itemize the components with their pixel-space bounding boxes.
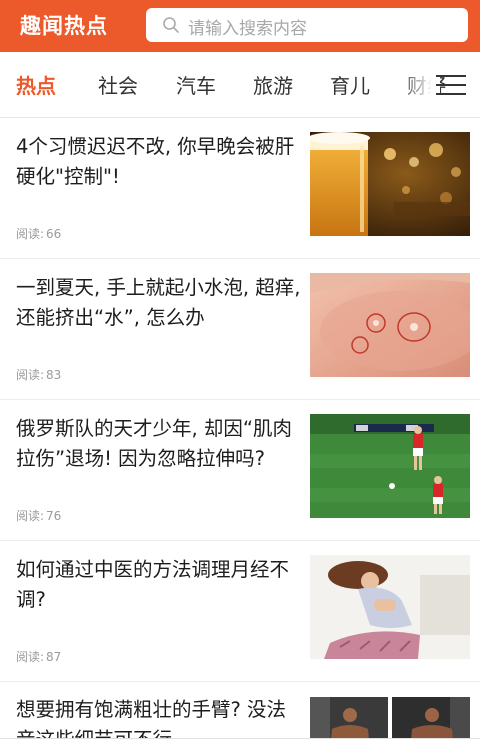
tab-cars[interactable]: 汽车	[176, 70, 216, 99]
soccer-match-photo	[310, 414, 470, 518]
read-count: 阅读: 83	[16, 368, 62, 382]
article-title: 4个习惯迟迟不改, 你早晚会被肝硬化"控制"!	[16, 135, 295, 188]
tab-hot[interactable]: 热点	[16, 70, 56, 99]
search-icon	[163, 17, 179, 33]
read-count: 阅读: 76	[16, 509, 62, 523]
woman-stomachache-photo	[310, 555, 470, 659]
list-item[interactable]: 一到夏天, 手上就起小水泡, 超痒, 还能挤出“水”, 怎么办 阅读: 83	[0, 259, 480, 400]
list-item[interactable]: 俄罗斯队的天才少年, 却因“肌肉拉伤”退场! 因为忽略拉伸吗? 阅读: 76	[0, 400, 480, 541]
category-tabs: 热点 社会 汽车 旅游 育儿 财经	[0, 52, 480, 118]
app-brand-title: 趣闻热点	[20, 14, 108, 38]
news-feed: 4个习惯迟迟不改, 你早晚会被肝硬化"控制"! 阅读: 66 一到夏天, 手上就…	[0, 118, 480, 682]
tab-parenting[interactable]: 育儿	[330, 70, 370, 99]
article-title: 一到夏天, 手上就起小水泡, 超痒, 还能挤出“水”, 怎么办	[16, 276, 301, 329]
bottom-navigation	[0, 738, 480, 750]
list-item[interactable]: 4个习惯迟迟不改, 你早晚会被肝硬化"控制"! 阅读: 66	[0, 118, 480, 259]
list-item[interactable]: 如何通过中医的方法调理月经不调? 阅读: 87	[0, 541, 480, 682]
search-placeholder: 请输入搜索内容	[188, 19, 307, 39]
read-count: 阅读: 66	[16, 227, 62, 241]
tabs-fade	[400, 52, 440, 117]
article-title: 如何通过中医的方法调理月经不调?	[16, 558, 290, 611]
article-title: 俄罗斯队的天才少年, 却因“肌肉拉伤”退场! 因为忽略拉伸吗?	[16, 417, 292, 470]
finger-blister-photo	[310, 273, 470, 377]
top-bar: 趣闻热点 请输入搜索内容	[0, 0, 480, 52]
beer-bar-photo	[310, 132, 470, 236]
tab-travel[interactable]: 旅游	[253, 70, 293, 99]
hamburger-menu-icon[interactable]	[436, 72, 468, 98]
read-count: 阅读: 87	[16, 650, 62, 664]
tab-society[interactable]: 社会	[98, 70, 138, 99]
search-input[interactable]: 请输入搜索内容	[146, 8, 468, 42]
